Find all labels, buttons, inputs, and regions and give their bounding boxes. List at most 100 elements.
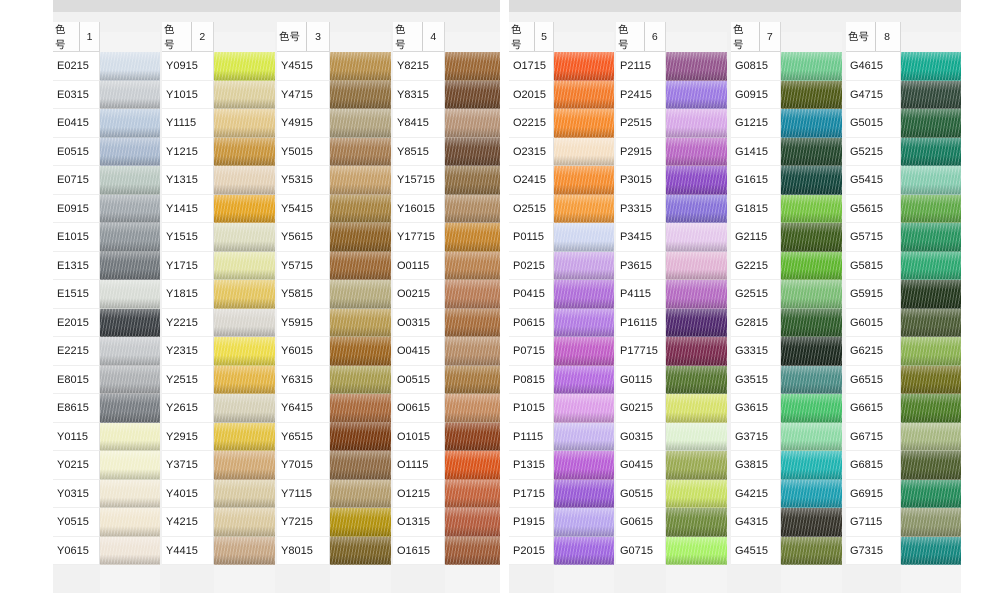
thread-swatch xyxy=(330,280,391,309)
thread-swatch xyxy=(666,394,727,423)
thread-swatch xyxy=(666,166,727,195)
thread-swatch xyxy=(100,280,160,309)
color-code: Y5715 xyxy=(277,251,330,280)
color-code: G0915 xyxy=(731,80,781,109)
color-code: O2415 xyxy=(509,166,554,195)
thread-swatch xyxy=(214,365,275,394)
color-code: E8615 xyxy=(53,394,100,423)
thread-swatch xyxy=(666,337,727,366)
color-code: Y4015 xyxy=(162,479,214,508)
thread-swatch xyxy=(330,536,391,565)
color-code: G4615 xyxy=(846,52,901,81)
group-number: 3 xyxy=(306,22,329,51)
thread-swatch xyxy=(445,422,500,451)
color-group-4: 色号 4 Y8215 Y8315 Y8415 Y8515 Y15715 Y16015 Y1771… xyxy=(393,0,500,593)
color-code: O1715 xyxy=(509,52,554,81)
thread-swatch xyxy=(554,536,614,565)
color-code: G5415 xyxy=(846,166,901,195)
thread-swatch xyxy=(100,479,160,508)
color-code: P0815 xyxy=(509,365,554,394)
thread-swatch xyxy=(901,52,961,81)
color-code: Y6415 xyxy=(277,394,330,423)
color-group-7: 色号 7 G0815 G0915 G1215 G1415 G1615 G1815 G2115 G2… xyxy=(731,0,842,593)
thread-swatch xyxy=(781,52,842,81)
thread-swatch xyxy=(330,422,391,451)
color-code: G5815 xyxy=(846,251,901,280)
color-code: Y15715 xyxy=(393,166,445,195)
color-code: Y0315 xyxy=(53,479,100,508)
thread-swatch xyxy=(901,308,961,337)
code-column: 色号 2 Y0915 Y1015 Y1115 Y1215 Y1315 Y1415 Y1515 Y1… xyxy=(162,22,214,565)
thread-swatch xyxy=(781,223,842,252)
thread-swatch xyxy=(100,451,160,480)
header-label: 色号 xyxy=(733,23,744,51)
thread-swatch xyxy=(445,80,500,109)
color-code: Y5415 xyxy=(277,194,330,223)
color-code: G3515 xyxy=(731,365,781,394)
color-code: P17715 xyxy=(616,337,666,366)
strip-tab xyxy=(781,32,842,52)
code-column: 色号 6 P2115 P2415 P2515 P2915 P3015 P3315 P3415 P3… xyxy=(616,22,666,565)
color-code: G1415 xyxy=(731,137,781,166)
thread-swatch xyxy=(214,109,275,138)
group-header: 色号 8 xyxy=(846,22,901,52)
thread-swatch xyxy=(214,422,275,451)
thread-swatch xyxy=(666,479,727,508)
color-code: Y1215 xyxy=(162,137,214,166)
thread-swatch xyxy=(781,80,842,109)
thread-swatch xyxy=(330,479,391,508)
thread-swatch xyxy=(554,508,614,537)
color-code: E0415 xyxy=(53,109,100,138)
code-column: 色号 3 Y4515 Y4715 Y4915 Y5015 Y5315 Y5415 Y5615 Y5… xyxy=(277,22,330,565)
group-header: 色号 3 xyxy=(277,22,330,52)
color-code: O1115 xyxy=(393,451,445,480)
thread-swatch xyxy=(781,137,842,166)
color-code: Y8315 xyxy=(393,80,445,109)
code-column: 色号 7 G0815 G0915 G1215 G1415 G1615 G1815 G2115 G2… xyxy=(731,22,781,565)
thread-strip xyxy=(214,32,275,593)
color-group-8: 色号 8 G4615 G4715 G5015 G5215 G5415 G5615 G5715 G5… xyxy=(846,0,961,593)
thread-swatch xyxy=(330,365,391,394)
thread-swatch xyxy=(901,109,961,138)
color-code: E0715 xyxy=(53,166,100,195)
thread-swatch xyxy=(330,451,391,480)
thread-swatch xyxy=(781,394,842,423)
color-group-2: 色号 2 Y0915 Y1015 Y1115 Y1215 Y1315 Y1415 Y1515 Y1… xyxy=(162,0,275,593)
color-code: E0315 xyxy=(53,80,100,109)
color-code: Y2915 xyxy=(162,422,214,451)
thread-swatch xyxy=(901,166,961,195)
color-code: G7315 xyxy=(846,536,901,565)
header-label: 色号 xyxy=(848,31,869,43)
color-code: Y1515 xyxy=(162,223,214,252)
thread-strip xyxy=(445,32,500,593)
color-code: G5715 xyxy=(846,223,901,252)
color-code: E2015 xyxy=(53,308,100,337)
thread-swatch xyxy=(100,422,160,451)
thread-swatch xyxy=(445,166,500,195)
color-code: Y6515 xyxy=(277,422,330,451)
color-code: E0915 xyxy=(53,194,100,223)
thread-strip xyxy=(100,32,160,593)
strip-tab xyxy=(901,32,961,52)
strip-tab xyxy=(781,565,842,593)
color-code: P1915 xyxy=(509,508,554,537)
thread-swatch xyxy=(901,536,961,565)
thread-swatch xyxy=(901,365,961,394)
thread-swatch xyxy=(330,223,391,252)
thread-swatch xyxy=(214,308,275,337)
strip-tab xyxy=(100,32,160,52)
color-code: Y2615 xyxy=(162,394,214,423)
color-group-3: 色号 3 Y4515 Y4715 Y4915 Y5015 Y5315 Y5415 Y5615 Y5… xyxy=(277,0,391,593)
color-code: P0415 xyxy=(509,280,554,309)
color-code: G6715 xyxy=(846,422,901,451)
strip-tab xyxy=(330,32,391,52)
thread-swatch xyxy=(100,109,160,138)
thread-swatch xyxy=(100,394,160,423)
thread-swatch xyxy=(445,536,500,565)
thread-swatch xyxy=(666,451,727,480)
color-code: G0215 xyxy=(616,394,666,423)
color-code: Y1415 xyxy=(162,194,214,223)
thread-swatch xyxy=(214,479,275,508)
color-code: G4715 xyxy=(846,80,901,109)
thread-swatch xyxy=(330,80,391,109)
